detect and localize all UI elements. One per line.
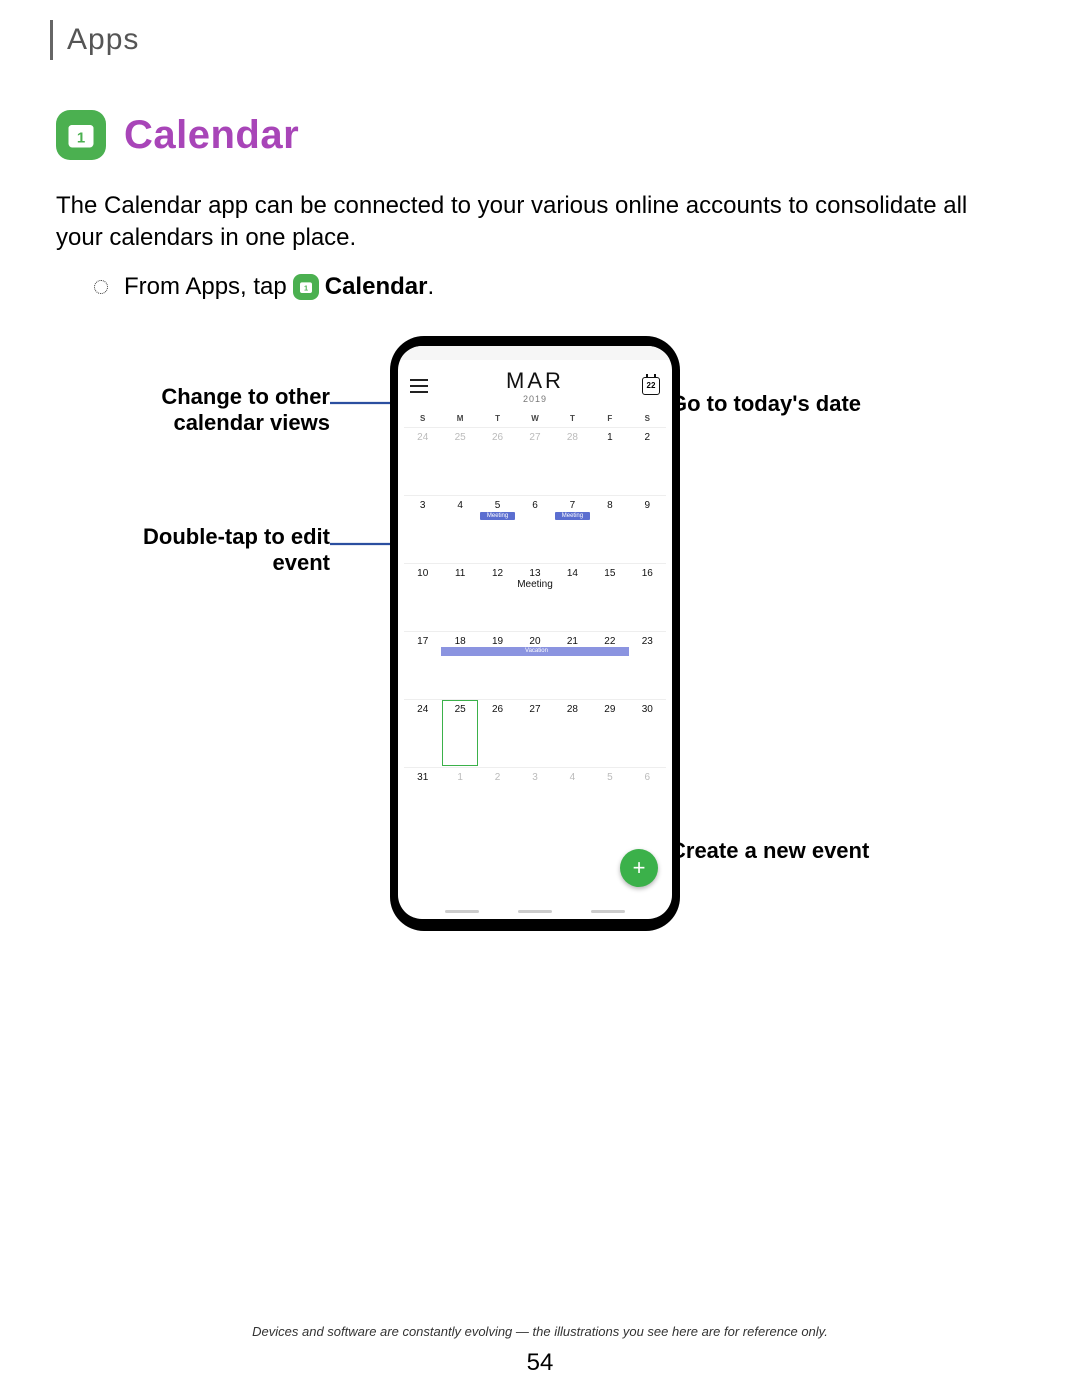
calendar-day-cell[interactable]: 1 bbox=[591, 427, 628, 495]
event-label[interactable]: Meeting bbox=[516, 579, 553, 590]
calendar-day-cell[interactable]: 26 bbox=[479, 427, 516, 495]
calendar-app-icon-small: 1 bbox=[293, 274, 319, 300]
calendar-day-cell[interactable]: 14 bbox=[554, 563, 591, 631]
calendar-day-cell[interactable]: 25 bbox=[441, 427, 478, 495]
status-bar bbox=[398, 346, 672, 360]
page-title-row: 1 Calendar bbox=[56, 110, 1020, 160]
calendar-day-cell[interactable]: 21 bbox=[554, 631, 591, 699]
event-chip[interactable]: Meeting bbox=[480, 512, 515, 520]
calendar-day-cell[interactable]: 4 bbox=[554, 767, 591, 835]
calendar-day-cell[interactable]: 27 bbox=[516, 427, 553, 495]
calendar-day-cell[interactable]: 31 bbox=[404, 767, 441, 835]
calendar-day-cell[interactable]: 1 bbox=[441, 767, 478, 835]
calendar-day-cell[interactable]: 9 bbox=[629, 495, 666, 563]
year-label: 2019 bbox=[506, 394, 564, 404]
calendar-day-cell[interactable]: 19 bbox=[479, 631, 516, 699]
dow-label: S bbox=[629, 414, 666, 427]
page-number: 54 bbox=[0, 1349, 1080, 1377]
dow-label: W bbox=[516, 414, 553, 427]
figure: Change to other calendar views Double-ta… bbox=[50, 336, 1020, 976]
month-selector[interactable]: MAR 2019 bbox=[506, 368, 564, 404]
calendar-day-cell[interactable]: 6 bbox=[516, 495, 553, 563]
dow-label: S bbox=[404, 414, 441, 427]
calendar-day-cell[interactable]: 4 bbox=[441, 495, 478, 563]
calendar-day-cell[interactable]: 22 bbox=[591, 631, 628, 699]
calendar-day-cell[interactable]: 3 bbox=[404, 495, 441, 563]
bullet-icon bbox=[94, 280, 108, 294]
add-event-fab[interactable]: + bbox=[620, 849, 658, 887]
breadcrumb-label: Apps bbox=[67, 23, 139, 57]
calendar-day-cell[interactable]: 8 bbox=[591, 495, 628, 563]
calendar-app-icon: 1 bbox=[56, 110, 106, 160]
callout-change-views: Change to other calendar views bbox=[110, 384, 330, 437]
calendar-day-cell[interactable]: 29 bbox=[591, 699, 628, 767]
step-suffix: . bbox=[427, 273, 434, 301]
calendar-day-cell[interactable]: 18 bbox=[441, 631, 478, 699]
breadcrumb: Apps bbox=[50, 20, 1020, 60]
event-chip[interactable]: Meeting bbox=[555, 512, 590, 520]
page-title: Calendar bbox=[124, 113, 299, 158]
calendar-day-cell[interactable]: 27 bbox=[516, 699, 553, 767]
callout-today: Go to today's date bbox=[670, 391, 861, 417]
calendar-day-cell[interactable]: 20 bbox=[516, 631, 553, 699]
breadcrumb-bar bbox=[50, 20, 53, 60]
calendar-day-cell[interactable]: 28 bbox=[554, 427, 591, 495]
calendar-day-cell[interactable]: 23 bbox=[629, 631, 666, 699]
calendar-day-cell[interactable]: 28 bbox=[554, 699, 591, 767]
calendar-day-cell[interactable]: 13Meeting bbox=[516, 563, 553, 631]
dow-label: T bbox=[554, 414, 591, 427]
calendar-day-cell[interactable]: 2 bbox=[479, 767, 516, 835]
calendar-day-cell[interactable]: 5Meeting bbox=[479, 495, 516, 563]
calendar-day-cell[interactable]: 7Meeting bbox=[554, 495, 591, 563]
calendar-grid: SMTWTFS 242526272812345Meeting67Meeting8… bbox=[398, 406, 672, 835]
dow-label: T bbox=[479, 414, 516, 427]
callout-edit-event: Double-tap to edit event bbox=[110, 524, 330, 577]
menu-icon[interactable] bbox=[410, 379, 428, 393]
calendar-day-cell[interactable]: 24 bbox=[404, 427, 441, 495]
footer-note: Devices and software are constantly evol… bbox=[0, 1324, 1080, 1339]
calendar-day-cell[interactable]: 15 bbox=[591, 563, 628, 631]
calendar-day-cell[interactable]: 26 bbox=[479, 699, 516, 767]
dow-label: M bbox=[441, 414, 478, 427]
phone-screen: MAR 2019 22 SMTWTFS 242526272812345Meeti… bbox=[398, 346, 672, 919]
calendar-day-cell[interactable]: 11 bbox=[441, 563, 478, 631]
calendar-day-cell[interactable]: 2 bbox=[629, 427, 666, 495]
calendar-day-cell[interactable]: 16 bbox=[629, 563, 666, 631]
phone-mockup: MAR 2019 22 SMTWTFS 242526272812345Meeti… bbox=[390, 336, 680, 931]
step-prefix: From Apps, tap bbox=[124, 273, 287, 301]
go-to-today-icon[interactable]: 22 bbox=[642, 377, 660, 395]
instruction-step: From Apps, tap 1 Calendar. bbox=[94, 273, 1020, 301]
dow-label: F bbox=[591, 414, 628, 427]
calendar-day-cell[interactable]: 24 bbox=[404, 699, 441, 767]
calendar-day-cell[interactable]: 5 bbox=[591, 767, 628, 835]
calendar-header: MAR 2019 22 bbox=[398, 360, 672, 406]
svg-text:1: 1 bbox=[304, 283, 308, 292]
callout-create-event: Create a new event bbox=[670, 838, 869, 864]
intro-paragraph: The Calendar app can be connected to you… bbox=[56, 190, 1014, 255]
calendar-day-cell[interactable]: 6 bbox=[629, 767, 666, 835]
calendar-day-cell[interactable]: 30 bbox=[629, 699, 666, 767]
calendar-day-cell[interactable]: 10 bbox=[404, 563, 441, 631]
calendar-day-cell[interactable]: 12 bbox=[479, 563, 516, 631]
event-span-bar[interactable]: Vacation bbox=[441, 647, 628, 656]
android-nav-bar bbox=[398, 910, 672, 913]
svg-text:1: 1 bbox=[77, 130, 85, 147]
calendar-day-cell[interactable]: 17 bbox=[404, 631, 441, 699]
step-app-name: Calendar bbox=[325, 273, 428, 301]
calendar-day-cell[interactable]: 3 bbox=[516, 767, 553, 835]
month-label: MAR bbox=[506, 368, 564, 394]
calendar-day-cell[interactable]: 25 bbox=[441, 699, 478, 767]
